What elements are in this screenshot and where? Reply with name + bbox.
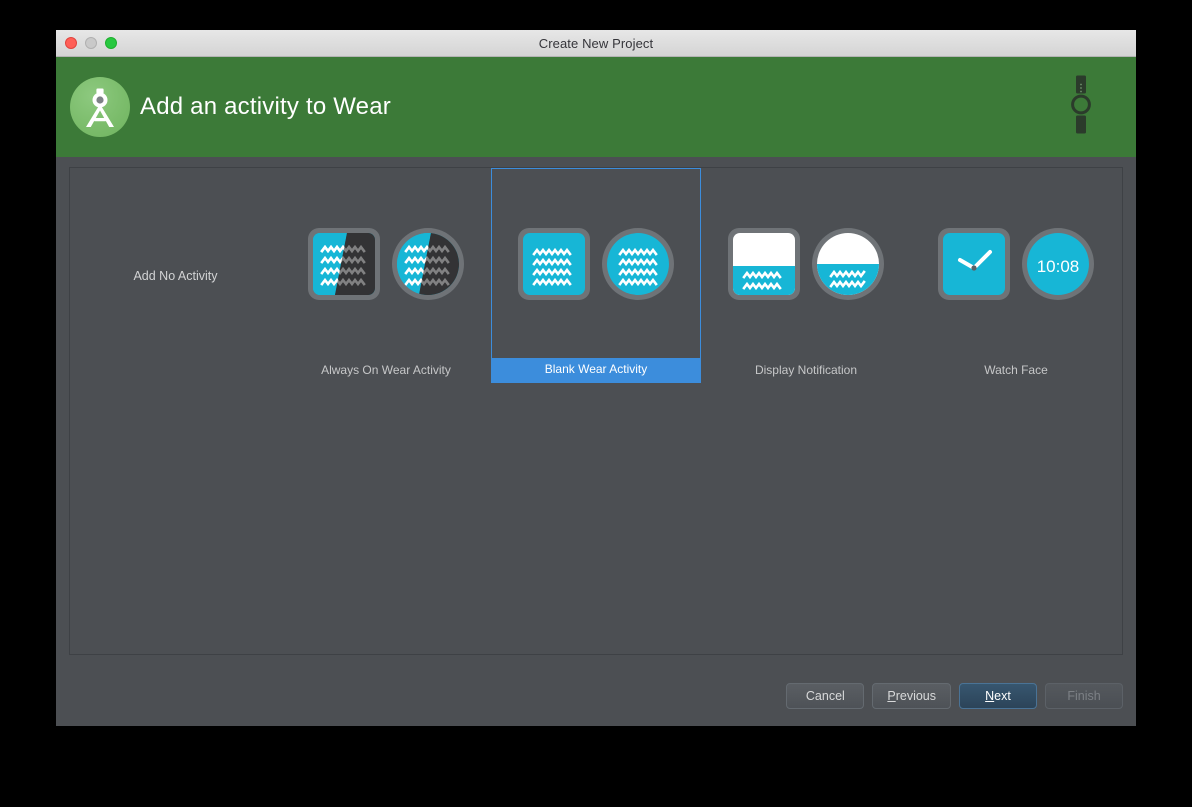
window-title: Create New Project (538, 35, 654, 51)
page-title: Add an activity to Wear (140, 93, 391, 120)
next-button-label: Next (985, 689, 1011, 703)
template-thumbnail: 10:08 (911, 168, 1121, 359)
finish-button-label: Finish (1067, 689, 1101, 703)
android-studio-logo-icon (70, 77, 130, 137)
close-window-button[interactable] (65, 37, 77, 49)
activity-template-panel: Add No Activity Always On Wear Activity … (69, 167, 1123, 655)
template-display-notification[interactable]: Display Notification (701, 168, 911, 383)
round-watch-thumbnail (392, 227, 464, 300)
minimize-window-button[interactable] (85, 37, 97, 49)
smartwatch-icon (1070, 74, 1092, 141)
next-button[interactable]: Next (959, 683, 1037, 709)
window-titlebar: Create New Project (56, 30, 1136, 57)
window-traffic-lights (65, 37, 117, 49)
template-watch-face[interactable]: 10:08 Watch Face (911, 168, 1121, 383)
template-thumbnail (701, 168, 911, 359)
template-thumbnail (492, 169, 700, 358)
wizard-body: Add No Activity Always On Wear Activity … (56, 157, 1136, 726)
cancel-button-label: Cancel (805, 689, 845, 703)
cancel-button[interactable]: Cancel (786, 683, 865, 709)
square-watch-thumbnail (728, 227, 800, 300)
template-always-on-wear-activity[interactable]: Always On Wear Activity (281, 168, 491, 383)
wizard-button-bar: Cancel Previous Next Finish (786, 683, 1123, 709)
square-watch-thumbnail (518, 227, 590, 300)
create-new-project-dialog: Create New Project Add an activity to We… (56, 30, 1136, 726)
watch-face-time: 10:08 (1037, 257, 1080, 276)
template-add-no-activity[interactable]: Add No Activity (70, 168, 281, 383)
round-watch-thumbnail (602, 227, 674, 300)
template-label: Add No Activity (133, 268, 218, 283)
wizard-header: Add an activity to Wear (56, 57, 1136, 157)
template-label: Always On Wear Activity (321, 363, 451, 377)
template-label: Blank Wear Activity (492, 358, 700, 382)
template-label: Display Notification (754, 363, 858, 377)
round-watch-thumbnail: 10:08 (1022, 227, 1094, 300)
template-thumbnail (281, 168, 491, 359)
template-blank-wear-activity[interactable]: Blank Wear Activity (491, 168, 701, 383)
finish-button: Finish (1045, 683, 1123, 709)
round-watch-thumbnail (812, 227, 884, 300)
square-watch-thumbnail (938, 227, 1010, 300)
previous-button-label: Previous (887, 689, 936, 703)
template-label: Watch Face (984, 363, 1048, 377)
template-gallery: Add No Activity Always On Wear Activity … (70, 168, 1122, 383)
square-watch-thumbnail (308, 227, 380, 300)
zoom-window-button[interactable] (105, 37, 117, 49)
previous-button[interactable]: Previous (872, 683, 951, 709)
